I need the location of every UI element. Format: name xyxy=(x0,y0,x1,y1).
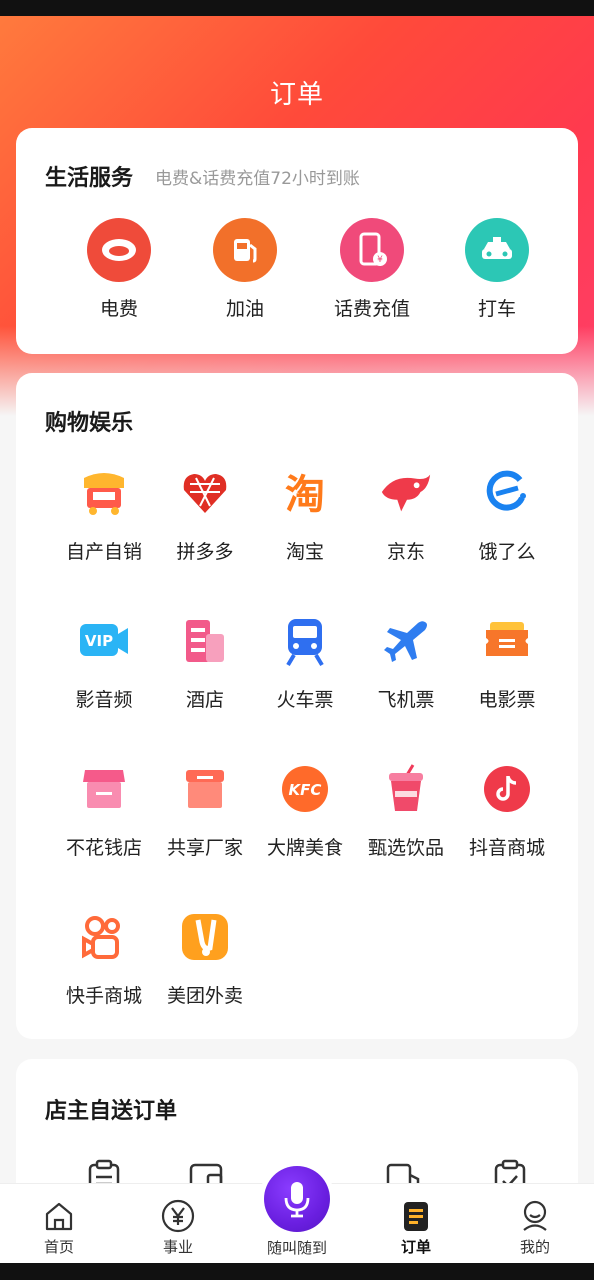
tab-label: 首页 xyxy=(43,1238,74,1256)
voice-call-button[interactable] xyxy=(264,1166,330,1232)
profile-icon xyxy=(517,1198,553,1234)
life-item-electricity[interactable]: 电费 xyxy=(59,218,179,321)
grid-item-label: 甄选饮品 xyxy=(367,837,444,859)
grid-item-free-shop[interactable]: 不花钱店 xyxy=(54,761,154,860)
grid-item-movie[interactable]: 电影票 xyxy=(457,613,557,712)
grid-item-label: 大牌美食 xyxy=(266,837,343,859)
grid-item-shared-factory[interactable]: 共享厂家 xyxy=(155,761,255,860)
tab-label: 我的 xyxy=(519,1238,550,1256)
free-shop-icon xyxy=(76,761,132,817)
voice-call-label: 随叫随到 xyxy=(266,1239,327,1257)
grid-item-meituan[interactable]: 美团外卖 xyxy=(155,909,255,1008)
kuaishou-icon xyxy=(76,909,132,965)
life-item-label: 话费充值 xyxy=(333,298,410,320)
grid-item-flight[interactable]: 飞机票 xyxy=(356,613,456,712)
svg-text:¥: ¥ xyxy=(377,255,383,265)
fuel-pump-icon xyxy=(213,218,277,282)
life-item-label: 加油 xyxy=(225,298,264,320)
grid-item-label: 电影票 xyxy=(478,689,536,711)
tab-home[interactable]: 首页 xyxy=(0,1184,118,1264)
shared-factory-icon xyxy=(177,761,233,817)
grid-item-label: 抖音商城 xyxy=(468,837,545,859)
life-item-fuel[interactable]: 加油 xyxy=(185,218,305,321)
grid-item-label: 饿了么 xyxy=(478,541,536,563)
taobao-icon: 淘 xyxy=(277,465,333,521)
taxi-icon xyxy=(465,218,529,282)
life-item-label: 打车 xyxy=(477,298,516,320)
grid-item-kfc[interactable]: KFC 大牌美食 xyxy=(255,761,355,860)
grid-item-label: 京东 xyxy=(386,541,425,563)
movie-ticket-icon xyxy=(479,613,535,669)
electricity-icon xyxy=(87,218,151,282)
tab-career[interactable]: 事业 xyxy=(119,1184,237,1264)
grid-item-label: 酒店 xyxy=(185,689,224,711)
tab-label: 事业 xyxy=(162,1238,193,1256)
grid-item-pinduoduo[interactable]: 拼多多 xyxy=(155,465,255,564)
shopping-card: 购物娱乐 自产自销 拼多多 淘 淘宝 京东 饿了么 VIP 影音频 酒店 火车票… xyxy=(16,373,578,1039)
tab-label: 订单 xyxy=(400,1238,431,1256)
svg-text:KFC: KFC xyxy=(289,781,322,799)
microphone-icon xyxy=(284,1182,310,1218)
kfc-icon: KFC xyxy=(277,761,333,817)
life-item-taxi[interactable]: 打车 xyxy=(437,218,557,321)
yuan-icon xyxy=(160,1198,196,1234)
grid-item-label: 淘宝 xyxy=(285,541,324,563)
drink-cup-icon xyxy=(378,761,434,817)
grid-item-label: 共享厂家 xyxy=(166,837,243,859)
grid-item-label: 拼多多 xyxy=(176,541,234,563)
grid-item-zichan[interactable]: 自产自销 xyxy=(54,465,154,564)
page-title: 订单 xyxy=(269,80,324,110)
life-services-card: 生活服务 电费&话费充值72小时到账 电费 加油 ¥ 话费充值 打车 xyxy=(16,128,578,354)
tab-profile[interactable]: 我的 xyxy=(476,1184,594,1264)
status-bar xyxy=(0,0,594,16)
phone-recharge-icon: ¥ xyxy=(340,218,404,282)
grid-item-kuaishou[interactable]: 快手商城 xyxy=(54,909,154,1008)
home-icon xyxy=(41,1198,77,1234)
order-icon xyxy=(398,1198,434,1234)
grid-item-label: 不花钱店 xyxy=(65,837,142,859)
system-nav-bar xyxy=(0,1263,594,1280)
grid-item-label: 自产自销 xyxy=(65,541,142,563)
pinduoduo-icon xyxy=(177,465,233,521)
grid-item-label: 快手商城 xyxy=(65,985,142,1007)
market-stall-icon xyxy=(76,465,132,521)
life-services-title: 生活服务 xyxy=(45,166,134,191)
grid-item-train[interactable]: 火车票 xyxy=(255,613,355,712)
svg-text:VIP: VIP xyxy=(85,632,113,650)
train-icon xyxy=(277,613,333,669)
grid-item-video[interactable]: VIP 影音频 xyxy=(54,613,154,712)
hotel-icon xyxy=(177,613,233,669)
tab-orders[interactable]: 订单 xyxy=(357,1184,475,1264)
grid-item-drinks[interactable]: 甄选饮品 xyxy=(356,761,456,860)
life-item-phone-recharge[interactable]: ¥ 话费充值 xyxy=(312,218,432,321)
grid-item-jd[interactable]: 京东 xyxy=(356,465,456,564)
grid-item-douyin[interactable]: 抖音商城 xyxy=(457,761,557,860)
grid-item-taobao[interactable]: 淘 淘宝 xyxy=(255,465,355,564)
svg-text:淘: 淘 xyxy=(285,472,325,518)
grid-item-label: 火车票 xyxy=(276,689,334,711)
eleme-icon xyxy=(479,465,535,521)
meituan-icon xyxy=(177,909,233,965)
grid-item-label: 美团外卖 xyxy=(166,985,243,1007)
douyin-icon xyxy=(479,761,535,817)
jd-icon xyxy=(378,465,434,521)
life-services-subtitle: 电费&话费充值72小时到账 xyxy=(155,169,360,189)
vip-video-icon: VIP xyxy=(76,613,132,669)
owner-orders-title: 店主自送订单 xyxy=(45,1099,178,1124)
shopping-title: 购物娱乐 xyxy=(45,411,134,436)
life-item-label: 电费 xyxy=(99,298,138,320)
airplane-icon xyxy=(378,613,434,669)
grid-item-hotel[interactable]: 酒店 xyxy=(155,613,255,712)
grid-item-label: 飞机票 xyxy=(377,689,435,711)
grid-item-eleme[interactable]: 饿了么 xyxy=(457,465,557,564)
grid-item-label: 影音频 xyxy=(75,689,133,711)
